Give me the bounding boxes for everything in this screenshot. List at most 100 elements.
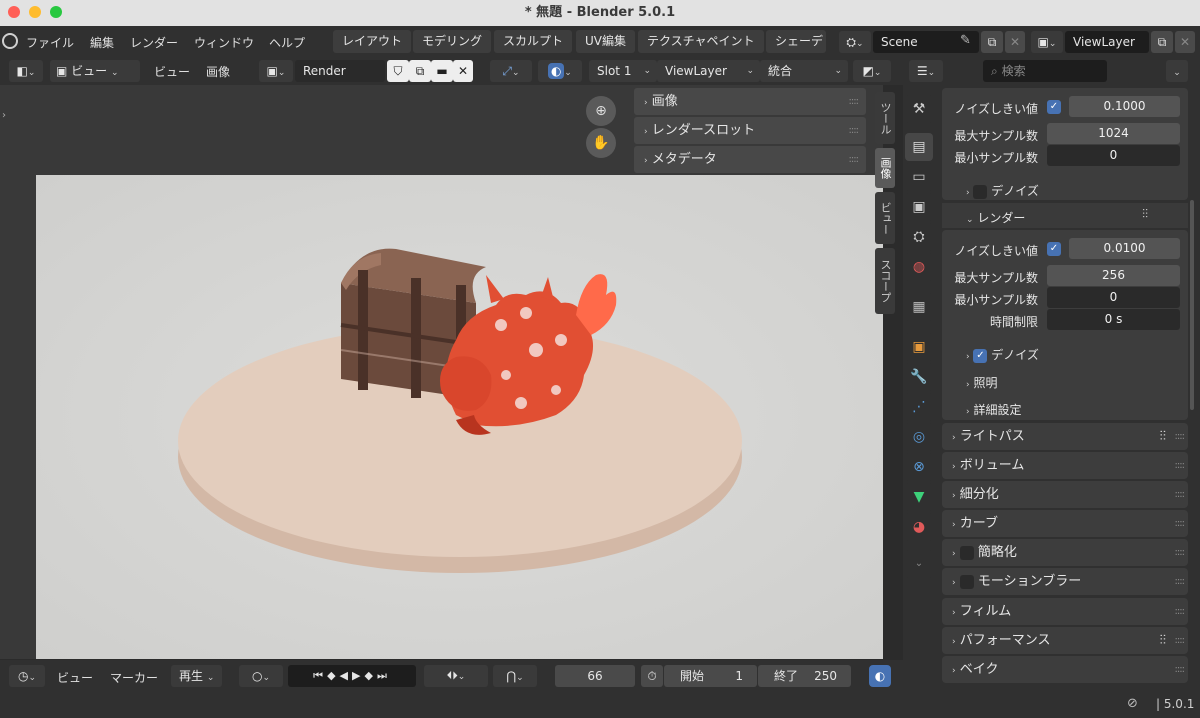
playback-dropdown[interactable]: 再生 ⌄ — [171, 665, 222, 687]
section-volumes[interactable]: › ボリューム:::: — [942, 452, 1188, 479]
delete-viewlayer-button[interactable]: ✕ — [1175, 31, 1195, 53]
timeline-menu-marker[interactable]: マーカー — [110, 669, 158, 686]
menu-help[interactable]: ヘルプ — [269, 34, 305, 51]
slot-dropdown[interactable]: Slot 1 ⌄ — [589, 60, 657, 82]
section-subdivision[interactable]: › 細分化:::: — [942, 481, 1188, 508]
section-film[interactable]: › フィルム:::: — [942, 598, 1188, 625]
current-frame-field[interactable]: 66 — [555, 665, 635, 687]
viewlayer-name-field[interactable]: ViewLayer — [1065, 31, 1149, 53]
new-viewlayer-button[interactable]: ⧉ — [1151, 31, 1173, 53]
particle-properties-tab[interactable]: ⋰ — [905, 393, 933, 421]
menu-view[interactable]: ビュー — [154, 63, 190, 80]
collection-properties-tab[interactable]: ▦ — [905, 293, 933, 321]
render-noise-checkbox[interactable]: ✓ — [1047, 242, 1061, 256]
viewport-max-samples-field[interactable]: 1024 — [1047, 123, 1180, 144]
playback-controls[interactable]: ⏮◆◀▶◆⏭ — [288, 665, 416, 687]
physics-properties-tab[interactable]: ◎ — [905, 423, 933, 451]
presets-sliders-icon[interactable]: ⫶⫶ — [1142, 207, 1148, 222]
tab-sculpt[interactable]: スカルプト — [494, 30, 573, 53]
next-keyframe-icon[interactable]: ◆ — [364, 669, 376, 682]
snap-dropdown[interactable]: ⋂⌄ — [493, 665, 537, 687]
motion-blur-checkbox[interactable] — [959, 574, 974, 589]
render-min-samples-field[interactable]: 0 — [1047, 287, 1180, 308]
frame-step-controls[interactable]: ⏴⏵⌄ — [424, 665, 488, 687]
object-properties-tab[interactable]: ▣ — [905, 333, 933, 361]
image-name-field[interactable]: Render Result — [295, 60, 385, 100]
properties-options-dropdown[interactable]: ⌄ — [1166, 60, 1188, 82]
auto-keying-button[interactable]: ◐ — [869, 665, 891, 687]
render-denoise-subpanel[interactable]: › ✓ デノイズ — [966, 346, 1039, 363]
npanel-tab-scopes[interactable]: スコープ — [875, 248, 895, 314]
new-scene-button[interactable]: ⧉ — [981, 31, 1003, 53]
npanel-tab-tool[interactable]: ツール — [875, 92, 895, 144]
viewport-denoise-checkbox[interactable] — [973, 184, 988, 199]
drag-handle-icon[interactable]: :::: — [1175, 481, 1186, 508]
drag-handle-icon[interactable]: :::: — [1175, 656, 1186, 683]
end-frame-field[interactable]: 終了 250 — [758, 665, 851, 687]
tab-uv-editing[interactable]: UV編集 — [576, 30, 635, 53]
tab-layout[interactable]: レイアウト — [333, 30, 412, 53]
npanel-tab-view[interactable]: ビュー — [875, 192, 895, 244]
drag-handle-icon[interactable]: :::: — [1175, 627, 1186, 654]
output-properties-tab[interactable]: ▭ — [905, 163, 933, 191]
jump-start-icon[interactable]: ⏮ — [313, 669, 327, 682]
overlay-dropdown[interactable]: ◐ ⌄ — [538, 60, 582, 82]
section-simplify[interactable]: › 簡略化:::: — [942, 539, 1188, 566]
delete-scene-button[interactable]: ✕ — [1005, 31, 1025, 53]
advanced-subpanel[interactable]: › 詳細設定 — [966, 401, 1021, 418]
npanel-tab-image[interactable]: 画像 — [875, 148, 895, 188]
drag-handle-icon[interactable]: :::: — [1175, 510, 1186, 537]
simplify-checkbox[interactable] — [959, 545, 974, 560]
tool-properties-tab[interactable]: ⚒ — [905, 95, 933, 123]
play-reverse-icon[interactable]: ◀ — [340, 669, 352, 682]
start-frame-field[interactable]: 開始 1 — [664, 665, 757, 687]
drag-handle-icon[interactable]: :::: — [1175, 539, 1186, 566]
menu-file[interactable]: ファイル — [26, 34, 74, 51]
menu-image[interactable]: 画像 — [206, 63, 230, 80]
presets-sliders-icon[interactable]: ⫶⫶ — [1160, 423, 1167, 450]
properties-scrollbar[interactable] — [1190, 200, 1194, 410]
render-max-samples-field[interactable]: 256 — [1047, 265, 1180, 286]
more-tabs-chevron-icon[interactable]: ⌄ — [905, 550, 933, 578]
play-icon[interactable]: ▶ — [352, 669, 364, 682]
pan-view-button[interactable]: ✋ — [586, 128, 616, 158]
new-image-button[interactable]: ⧉ — [409, 60, 431, 82]
section-bake[interactable]: › ベイク:::: — [942, 656, 1188, 683]
scene-properties-tab[interactable]: ⛭ — [905, 223, 933, 251]
fake-user-button[interactable]: ⛉ — [387, 60, 409, 82]
presets-sliders-icon[interactable]: ⫶⫶ — [1160, 627, 1167, 654]
blender-logo-icon[interactable] — [2, 33, 18, 49]
drag-handle-icon[interactable]: :::: — [1175, 598, 1186, 625]
pin-icon[interactable]: ✎ — [960, 33, 971, 48]
gizmo-dropdown[interactable]: ⤢⌄ — [490, 60, 532, 82]
drag-handle-icon[interactable]: :::: — [849, 117, 860, 144]
material-properties-tab[interactable]: ◕ — [905, 513, 933, 541]
render-time-limit-field[interactable]: 0 s — [1047, 309, 1180, 330]
menu-window[interactable]: ウィンドウ — [194, 34, 254, 51]
npanel-metadata-section[interactable]: › メタデータ:::: — [634, 146, 866, 173]
scene-selector[interactable]: ⛭⌄ — [839, 31, 871, 53]
display-channels-dropdown[interactable]: ◩⌄ — [853, 60, 891, 82]
section-motion-blur[interactable]: › モーションブラー:::: — [942, 568, 1188, 595]
pass-dropdown[interactable]: 統合 ⌄ — [760, 60, 848, 82]
render-noise-field[interactable]: 0.0100 — [1069, 238, 1180, 259]
editor-type-selector[interactable]: ◧⌄ — [9, 60, 43, 82]
drag-handle-icon[interactable]: :::: — [1175, 452, 1186, 479]
prev-keyframe-icon[interactable]: ◆ — [327, 669, 339, 682]
open-image-button[interactable]: ▬ — [431, 60, 453, 82]
timeline-menu-view[interactable]: ビュー — [57, 669, 93, 686]
viewport-min-samples-field[interactable]: 0 — [1047, 145, 1180, 166]
npanel-render-slots-section[interactable]: › レンダースロット:::: — [634, 117, 866, 144]
image-browse-button[interactable]: ▣⌄ — [259, 60, 293, 82]
layer-dropdown[interactable]: ViewLayer ⌄ — [657, 60, 760, 82]
viewport-noise-checkbox[interactable]: ✓ — [1047, 100, 1061, 114]
menu-render[interactable]: レンダー — [130, 34, 178, 51]
keying-dropdown[interactable]: ○⌄ — [239, 665, 283, 687]
zoom-view-button[interactable]: ⊕ — [586, 96, 616, 126]
drag-handle-icon[interactable]: :::: — [849, 146, 860, 173]
toolbar-expand-icon[interactable]: › — [2, 110, 6, 121]
jump-end-icon[interactable]: ⏭ — [377, 669, 391, 682]
view-mode-dropdown[interactable]: ▣ ビュー ⌄ — [50, 60, 140, 82]
menu-edit[interactable]: 編集 — [90, 34, 114, 51]
data-properties-tab[interactable]: ▼ — [905, 483, 933, 511]
